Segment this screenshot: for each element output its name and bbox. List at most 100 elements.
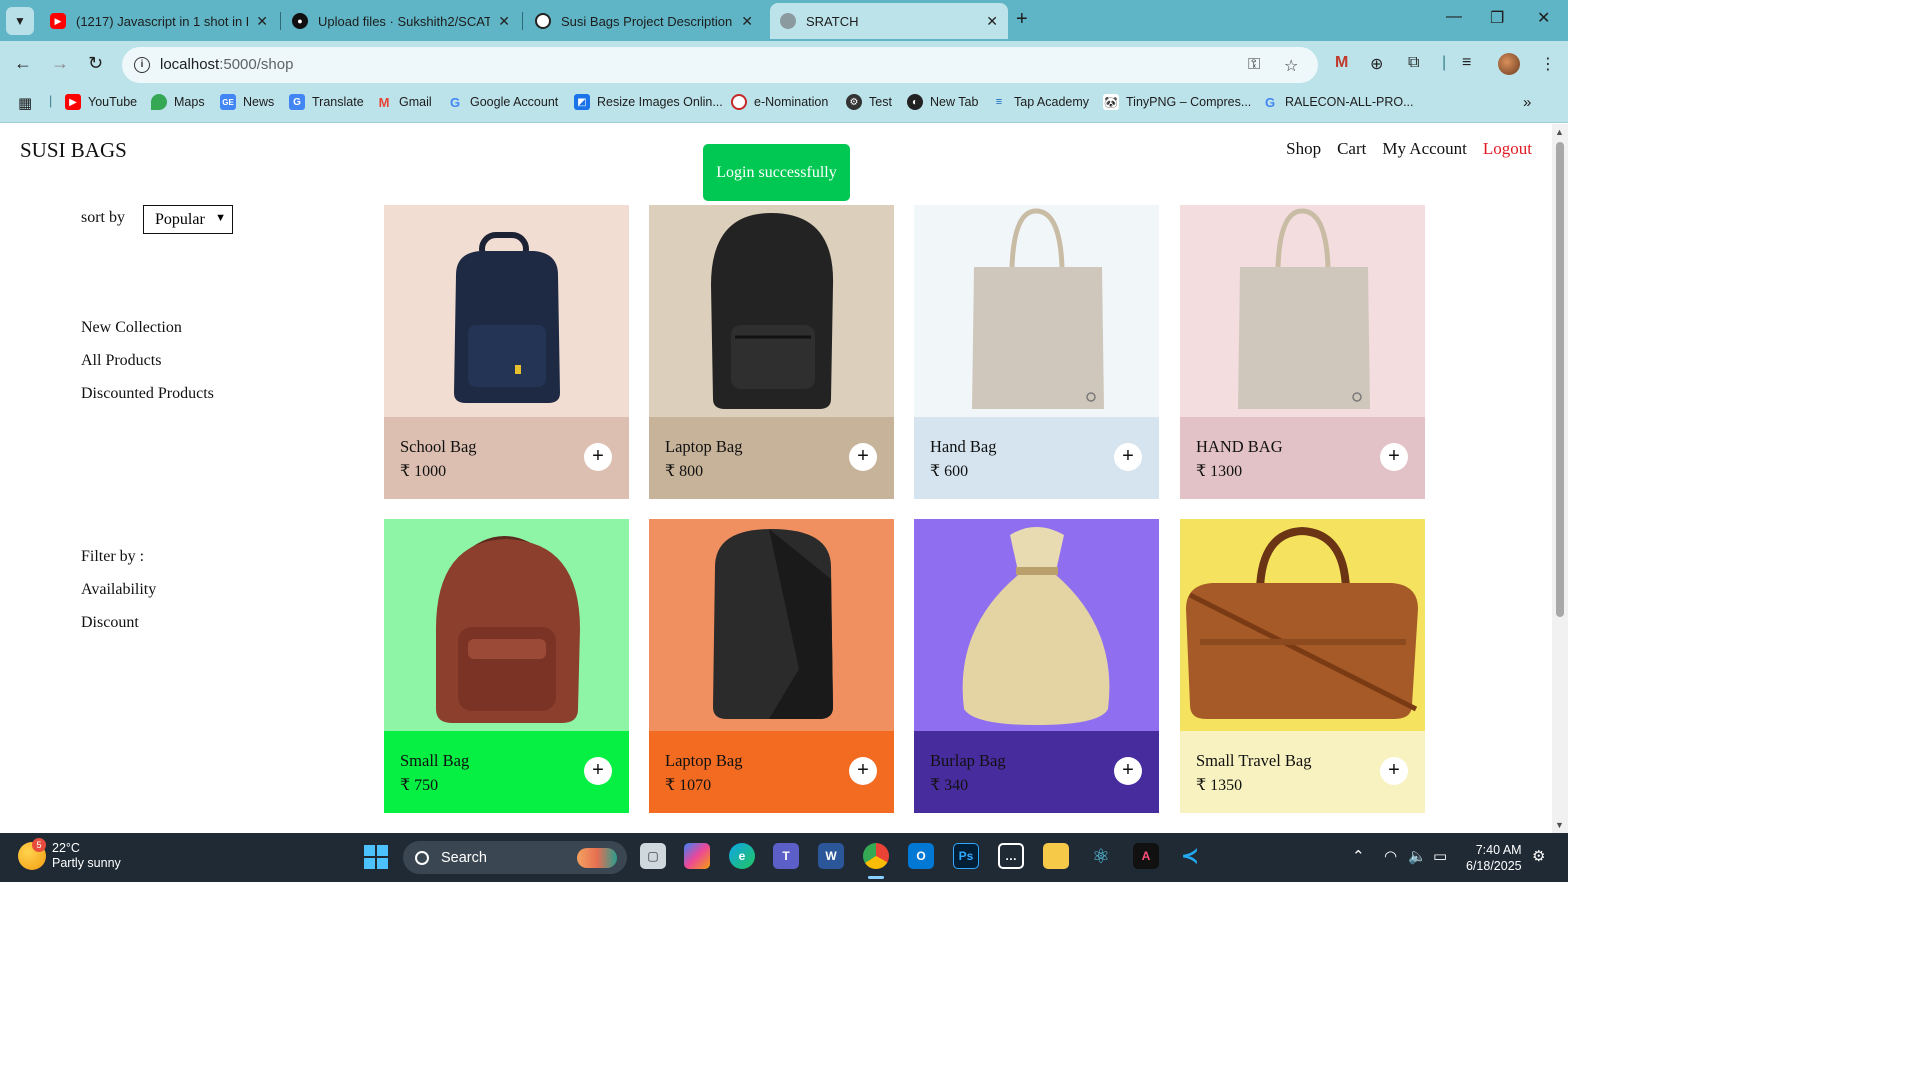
add-to-cart-button[interactable]: + — [1380, 443, 1408, 471]
add-to-cart-button[interactable]: + — [1114, 757, 1142, 785]
bookmarks-overflow-chevron-icon[interactable]: » — [1523, 94, 1531, 111]
nav-logout-link[interactable]: Logout — [1483, 139, 1532, 159]
file-explorer-icon[interactable] — [1043, 843, 1069, 869]
bookmark-test[interactable]: ⚙ Test — [846, 94, 892, 110]
bookmark-new-tab[interactable]: ◐ New Tab — [907, 94, 978, 110]
add-to-cart-button[interactable]: + — [1380, 757, 1408, 785]
add-to-cart-button[interactable]: + — [584, 443, 612, 471]
bookmark-star-icon[interactable]: ☆ — [1284, 56, 1298, 76]
window-close-icon[interactable]: ✕ — [1537, 8, 1550, 28]
scroll-down-arrow-icon[interactable]: ▼ — [1555, 820, 1564, 830]
add-to-cart-button[interactable]: + — [849, 757, 877, 785]
product-card[interactable]: Small Bag ₹ 750 + — [384, 519, 629, 813]
tab-youtube[interactable]: ▶ (1217) Javascript in 1 shot in Hi ✕ — [40, 3, 278, 39]
bookmark-gmail[interactable]: M Gmail — [376, 94, 432, 110]
page-scrollbar[interactable]: ▲ ▼ — [1552, 124, 1568, 833]
apps-grid-icon[interactable]: ▦ — [18, 94, 32, 112]
tab-search-button[interactable]: ▼ — [6, 7, 34, 35]
bookmark-google-account[interactable]: G Google Account — [447, 94, 558, 110]
close-icon[interactable]: ✕ — [256, 13, 268, 30]
product-image[interactable] — [649, 205, 894, 417]
bookmark-translate[interactable]: G Translate — [289, 94, 364, 110]
sidebar-link-all-products[interactable]: All Products — [81, 352, 161, 370]
media-control-icon[interactable]: ≡ — [1462, 54, 1471, 72]
photoshop-icon[interactable]: Ps — [953, 843, 979, 869]
teams-icon[interactable]: T — [773, 843, 799, 869]
kebab-menu-icon[interactable]: ⋮ — [1540, 54, 1556, 74]
tab-sratch[interactable]: SRATCH ✕ — [770, 3, 1008, 39]
react-icon[interactable]: ⚛ — [1088, 843, 1114, 869]
copilot-icon[interactable] — [684, 843, 710, 869]
scrollbar-thumb[interactable] — [1556, 142, 1564, 617]
taskbar-search[interactable]: Search — [403, 841, 627, 874]
chrome-icon[interactable] — [863, 843, 889, 869]
product-image[interactable] — [914, 519, 1159, 731]
task-view-icon[interactable]: ▢ — [640, 843, 666, 869]
bookmark-ralecon[interactable]: G RALECON-ALL-PRO... — [1262, 94, 1414, 110]
product-image[interactable] — [1180, 519, 1425, 731]
forward-arrow-icon[interactable]: → — [51, 53, 69, 74]
volume-icon[interactable]: 🔈 — [1408, 847, 1427, 865]
brand-logo[interactable]: SUSI BAGS — [20, 138, 127, 163]
address-bar[interactable]: i localhost:5000/shop ⚿ ☆ — [122, 47, 1318, 83]
nav-shop-link[interactable]: Shop — [1286, 139, 1321, 159]
add-to-cart-button[interactable]: + — [849, 443, 877, 471]
product-image[interactable] — [384, 205, 629, 417]
notifications-icon[interactable]: ⚙ — [1532, 847, 1545, 865]
wifi-icon[interactable]: ◠ — [1384, 847, 1397, 865]
filter-availability[interactable]: Availability — [81, 581, 156, 599]
extensions-puzzle-icon[interactable]: ⧉ — [1408, 54, 1419, 72]
bookmark-resize-images[interactable]: ◩ Resize Images Onlin... — [574, 94, 723, 110]
scroll-up-arrow-icon[interactable]: ▲ — [1555, 127, 1564, 137]
chat-icon[interactable]: … — [998, 843, 1024, 869]
restore-icon[interactable]: ❐ — [1490, 8, 1504, 28]
product-card[interactable]: Laptop Bag ₹ 1070 + — [649, 519, 894, 813]
sort-select[interactable]: Popular ▼ — [143, 205, 233, 234]
taskbar-clock[interactable]: 7:40 AM 6/18/2025 — [1466, 842, 1522, 874]
filter-discount[interactable]: Discount — [81, 614, 139, 632]
bookmark-tap-academy[interactable]: ≡ Tap Academy — [991, 94, 1089, 110]
bookmark-news[interactable]: GE News — [220, 94, 274, 110]
product-card[interactable]: Small Travel Bag ₹ 1350 + — [1180, 519, 1425, 813]
bookmark-maps[interactable]: Maps — [151, 94, 205, 110]
close-icon[interactable]: ✕ — [986, 13, 998, 30]
outlook-icon[interactable]: O — [908, 843, 934, 869]
tray-chevron-up-icon[interactable]: ⌃ — [1352, 847, 1365, 865]
product-card[interactable]: Laptop Bag ₹ 800 + — [649, 205, 894, 499]
tab-github[interactable]: ● Upload files · Sukshith2/SCATCH ✕ — [282, 3, 520, 39]
edge-icon[interactable]: e — [729, 843, 755, 869]
profile-avatar[interactable] — [1498, 53, 1520, 75]
sidebar-link-new-collection[interactable]: New Collection — [81, 319, 182, 337]
address-url[interactable]: localhost:5000/shop — [160, 56, 293, 73]
product-card[interactable]: School Bag ₹ 1000 + — [384, 205, 629, 499]
product-image[interactable] — [649, 519, 894, 731]
bookmark-tinypng[interactable]: 🐼 TinyPNG – Compres... — [1103, 94, 1251, 110]
close-icon[interactable]: ✕ — [498, 13, 510, 30]
sidebar-link-discounted-products[interactable]: Discounted Products — [81, 385, 214, 403]
windows-start-icon[interactable] — [364, 845, 388, 869]
site-info-icon[interactable]: i — [134, 57, 150, 73]
close-icon[interactable]: ✕ — [741, 13, 753, 30]
add-to-cart-button[interactable]: + — [1114, 443, 1142, 471]
product-image[interactable] — [1180, 205, 1425, 417]
product-card[interactable]: Burlap Bag ₹ 340 + — [914, 519, 1159, 813]
product-image[interactable] — [914, 205, 1159, 417]
minimize-icon[interactable]: — — [1446, 8, 1462, 26]
bookmark-e-nomination[interactable]: e-Nomination — [731, 94, 828, 110]
add-to-cart-button[interactable]: + — [584, 757, 612, 785]
reload-icon[interactable]: ↻ — [88, 53, 103, 74]
weather-widget[interactable]: 5 22°C Partly sunny — [18, 838, 121, 871]
product-card[interactable]: HAND BAG ₹ 1300 + — [1180, 205, 1425, 499]
extension-m-icon[interactable]: M — [1335, 54, 1348, 72]
battery-icon[interactable]: ▭ — [1433, 847, 1447, 865]
nav-my-account-link[interactable]: My Account — [1382, 139, 1467, 159]
arc-icon[interactable]: A — [1133, 843, 1159, 869]
back-arrow-icon[interactable]: ← — [14, 53, 32, 74]
new-tab-plus-icon[interactable]: + — [1016, 8, 1028, 31]
password-key-icon[interactable]: ⚿ — [1248, 56, 1260, 74]
vscode-icon[interactable]: ≺ — [1177, 843, 1203, 869]
bookmark-youtube[interactable]: ▶ YouTube — [65, 94, 137, 110]
product-card[interactable]: Hand Bag ₹ 600 + — [914, 205, 1159, 499]
word-icon[interactable]: W — [818, 843, 844, 869]
nav-cart-link[interactable]: Cart — [1337, 139, 1366, 159]
